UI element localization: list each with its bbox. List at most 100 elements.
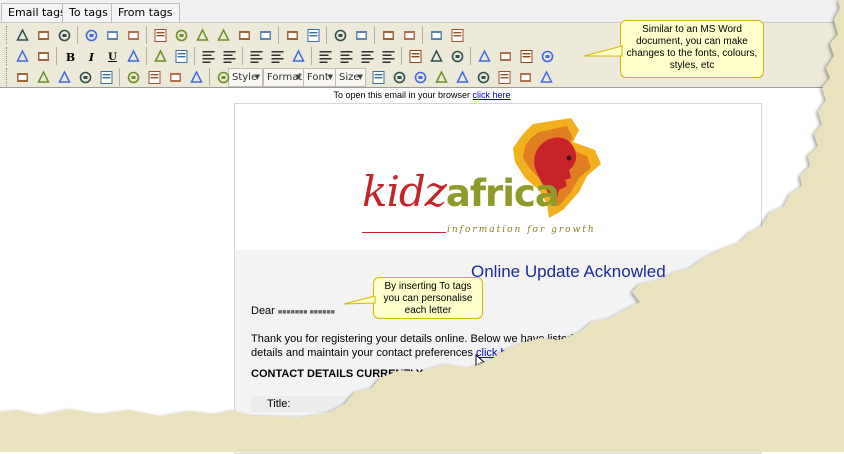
redo-button[interactable]	[303, 25, 324, 46]
copy-button[interactable]	[171, 25, 192, 46]
email-heading: Online Update Acknowled	[471, 262, 666, 281]
image-button-button[interactable]	[165, 67, 186, 88]
text-color-button[interactable]	[12, 46, 33, 67]
size-dropdown[interactable]: Size ▼	[335, 68, 366, 87]
tab-from-tags[interactable]: From tags	[111, 3, 180, 22]
field-title-label: Title:	[251, 396, 381, 414]
toolbar-grip[interactable]	[6, 68, 10, 86]
superscript-icon	[175, 50, 188, 63]
maximize-button[interactable]	[426, 25, 447, 46]
hidden-field-button[interactable]	[186, 67, 207, 88]
bulleted-list-button[interactable]	[219, 46, 240, 67]
toolbar-separator	[77, 26, 78, 44]
italic-button[interactable]: I	[81, 46, 102, 67]
flash-button[interactable]	[495, 46, 516, 67]
replace-button[interactable]	[351, 25, 372, 46]
image-button-button[interactable]	[515, 67, 536, 88]
toolbar-separator	[146, 47, 147, 65]
chevron-down-icon: ▼	[327, 73, 333, 81]
save-button[interactable]	[81, 25, 102, 46]
image-button[interactable]	[474, 46, 495, 67]
find-icon	[334, 29, 347, 42]
chevron-down-icon: ▼	[254, 73, 260, 81]
textfield-button[interactable]	[75, 67, 96, 88]
table-button[interactable]	[516, 46, 537, 67]
paste-word-button[interactable]	[123, 25, 144, 46]
maximize-icon	[431, 31, 442, 40]
special-char-button[interactable]	[368, 67, 389, 88]
paste-word-icon	[128, 31, 139, 40]
preview-button[interactable]	[33, 25, 54, 46]
bold-button[interactable]: B	[60, 46, 81, 67]
bold-icon: B	[66, 51, 75, 64]
align-right-button[interactable]	[357, 46, 378, 67]
toolbar-grip[interactable]	[6, 47, 10, 65]
toolbar-separator	[311, 47, 312, 65]
subscript-button[interactable]	[150, 46, 171, 67]
page-break-icon	[393, 71, 406, 84]
radio-button[interactable]	[452, 67, 473, 88]
intro-line-2: details and maintain your contact prefer…	[251, 347, 473, 359]
undo-button[interactable]	[282, 25, 303, 46]
spellcheck-button[interactable]	[255, 25, 276, 46]
save-button[interactable]	[410, 67, 431, 88]
font-dropdown[interactable]: Font ▼	[303, 68, 336, 87]
svg-text:B: B	[66, 51, 75, 64]
align-left-button[interactable]	[315, 46, 336, 67]
underline-button[interactable]: U	[102, 46, 123, 67]
toolbar-grip[interactable]	[6, 26, 10, 44]
checkbox-button[interactable]	[431, 67, 452, 88]
indent-button[interactable]	[267, 46, 288, 67]
radio-icon	[456, 70, 469, 83]
justify-button[interactable]	[378, 46, 399, 67]
format-dropdown[interactable]: Format ▼	[263, 68, 304, 87]
select-all-button[interactable]	[378, 25, 399, 46]
unlink-icon	[430, 49, 443, 62]
templates-button[interactable]	[54, 25, 75, 46]
strikethrough-button[interactable]	[123, 46, 144, 67]
remove-format-button[interactable]	[399, 25, 420, 46]
align-center-button[interactable]	[336, 46, 357, 67]
source-button[interactable]	[12, 25, 33, 46]
bulleted-list-icon	[223, 51, 236, 63]
textfield-button[interactable]	[473, 67, 494, 88]
button-icon	[148, 71, 161, 84]
browser-link-line: To open this email in your browser click…	[0, 90, 844, 100]
button-button[interactable]	[494, 67, 515, 88]
find-button[interactable]	[330, 25, 351, 46]
checkbox-icon	[37, 70, 50, 83]
link-icon	[409, 50, 422, 63]
print-preview-button[interactable]	[102, 25, 123, 46]
textarea-button[interactable]	[96, 67, 117, 88]
unlink-button[interactable]	[426, 46, 447, 67]
chevron-down-icon: ▼	[357, 73, 363, 81]
checkbox-button[interactable]	[33, 67, 54, 88]
paste-text-button[interactable]	[213, 25, 234, 46]
formatting-callout: Similar to an MS Word document, you can …	[620, 20, 764, 78]
link-button[interactable]	[405, 46, 426, 67]
paste-word-alt-button[interactable]	[234, 25, 255, 46]
outdent-button[interactable]	[246, 46, 267, 67]
cut-button[interactable]	[150, 25, 171, 46]
smiley-button[interactable]	[213, 67, 234, 88]
background-color-button[interactable]	[33, 46, 54, 67]
templates-icon	[58, 29, 71, 42]
paste-button[interactable]	[192, 25, 213, 46]
horizontal-rule-button[interactable]	[537, 46, 558, 67]
radio-button[interactable]	[54, 67, 75, 88]
tab-to-tags[interactable]: To tags	[62, 3, 115, 22]
blockquote-button[interactable]	[288, 46, 309, 67]
anchor-icon	[451, 50, 464, 63]
tagline-divider	[362, 232, 446, 233]
anchor-button[interactable]	[447, 46, 468, 67]
form-button[interactable]	[12, 67, 33, 88]
button-button[interactable]	[144, 67, 165, 88]
select-field-button[interactable]	[123, 67, 144, 88]
numbered-list-button[interactable]	[198, 46, 219, 67]
superscript-button[interactable]	[171, 46, 192, 67]
radio-icon	[58, 70, 71, 83]
browser-click-here-link[interactable]: click here	[473, 90, 511, 100]
show-blocks-button[interactable]	[447, 25, 468, 46]
hidden-field-button[interactable]	[536, 67, 557, 88]
page-break-button[interactable]	[389, 67, 410, 88]
